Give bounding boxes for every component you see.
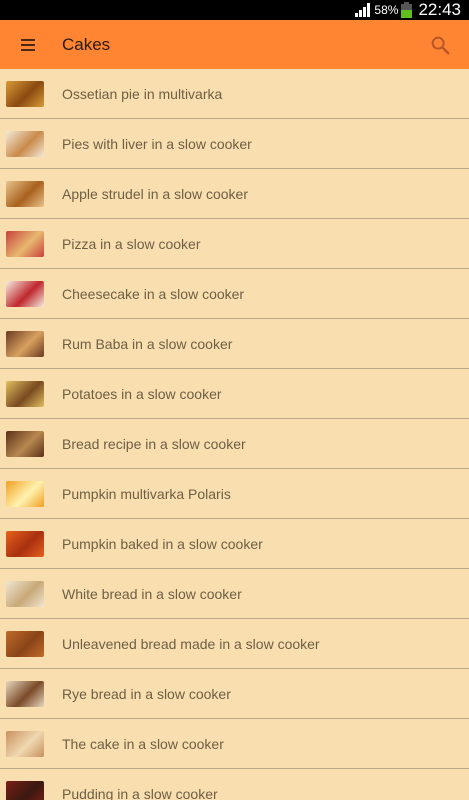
list-item[interactable]: Potatoes in a slow cooker	[0, 369, 469, 419]
recipe-thumbnail	[6, 730, 44, 757]
recipe-list: Ossetian pie in multivarka Pies with live…	[0, 69, 469, 800]
list-item[interactable]: Pumpkin multivarka Polaris	[0, 469, 469, 519]
list-item[interactable]: The cake in a slow cooker	[0, 719, 469, 769]
list-item-label: Rum Baba in a slow cooker	[62, 335, 233, 352]
battery-icon	[401, 2, 413, 18]
list-item[interactable]: Pies with liver in a slow cooker	[0, 119, 469, 169]
list-item-label: Pumpkin baked in a slow cooker	[62, 535, 263, 552]
list-item[interactable]: Cheesecake in a slow cooker	[0, 269, 469, 319]
list-item[interactable]: White bread in a slow cooker	[0, 569, 469, 619]
list-item-label: Rye bread in a slow cooker	[62, 685, 231, 702]
recipe-thumbnail	[6, 230, 44, 257]
list-item[interactable]: Rye bread in a slow cooker	[0, 669, 469, 719]
search-icon[interactable]	[429, 34, 451, 56]
menu-icon[interactable]	[0, 20, 56, 69]
list-item-label: Apple strudel in a slow cooker	[62, 185, 248, 202]
list-item-label: Bread recipe in a slow cooker	[62, 435, 246, 452]
recipe-thumbnail	[6, 180, 44, 207]
signal-icon	[355, 3, 371, 17]
list-item-label: Cheesecake in a slow cooker	[62, 285, 245, 302]
list-item-label: Pumpkin multivarka Polaris	[62, 485, 231, 502]
recipe-thumbnail	[6, 330, 44, 357]
app-bar: Cakes	[0, 20, 469, 69]
list-item-label: Ossetian pie in multivarka	[62, 85, 223, 102]
recipe-thumbnail	[6, 480, 44, 507]
clock: 22:43	[418, 0, 461, 19]
recipe-thumbnail	[6, 580, 44, 607]
list-item[interactable]: Pudding in a slow cooker	[0, 769, 469, 800]
recipe-thumbnail	[6, 380, 44, 407]
recipe-thumbnail	[6, 280, 44, 307]
page-title: Cakes	[62, 34, 111, 54]
list-item[interactable]: Pumpkin baked in a slow cooker	[0, 519, 469, 569]
list-item[interactable]: Ossetian pie in multivarka	[0, 69, 469, 119]
list-item-label: The cake in a slow cooker	[62, 735, 224, 752]
battery-percent: 58%	[374, 3, 399, 17]
status-bar: 58% 22:43	[0, 0, 469, 20]
list-item-label: Potatoes in a slow cooker	[62, 385, 222, 402]
recipe-thumbnail	[6, 530, 44, 557]
list-item-label: Pizza in a slow cooker	[62, 235, 201, 252]
recipe-thumbnail	[6, 430, 44, 457]
recipe-thumbnail	[6, 80, 44, 107]
recipe-thumbnail	[6, 630, 44, 657]
list-item-label: Unleavened bread made in a slow cooker	[62, 635, 320, 652]
list-item[interactable]: Apple strudel in a slow cooker	[0, 169, 469, 219]
recipe-thumbnail	[6, 680, 44, 707]
list-item-label: Pudding in a slow cooker	[62, 785, 218, 800]
recipe-thumbnail	[6, 130, 44, 157]
list-item-label: Pies with liver in a slow cooker	[62, 135, 252, 152]
list-item[interactable]: Rum Baba in a slow cooker	[0, 319, 469, 369]
list-item-label: White bread in a slow cooker	[62, 585, 242, 602]
list-item[interactable]: Unleavened bread made in a slow cooker	[0, 619, 469, 669]
recipe-thumbnail	[6, 780, 44, 800]
list-item[interactable]: Pizza in a slow cooker	[0, 219, 469, 269]
list-item[interactable]: Bread recipe in a slow cooker	[0, 419, 469, 469]
